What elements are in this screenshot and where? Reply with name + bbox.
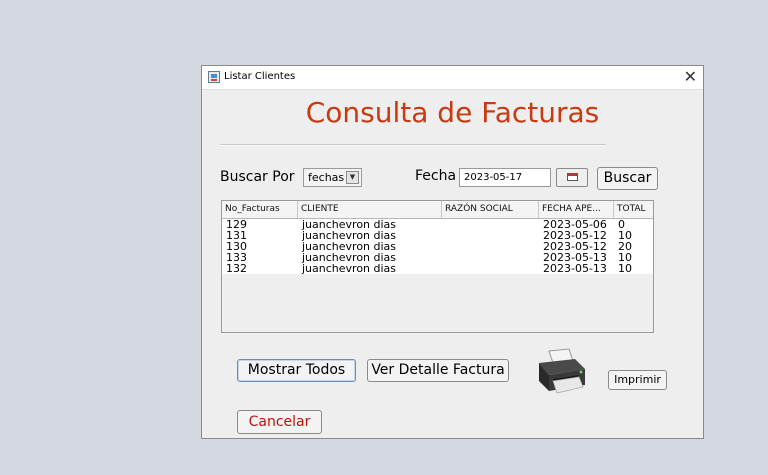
print-button[interactable]: Imprimir bbox=[608, 370, 667, 390]
cell-total: 20 bbox=[618, 241, 632, 252]
cell-no-factura: 132 bbox=[226, 263, 247, 274]
cell-total: 10 bbox=[618, 252, 632, 263]
java-app-icon bbox=[208, 71, 220, 83]
title-separator bbox=[220, 144, 606, 146]
table-header: No_Facturas CLIENTE RAZÓN SOCIAL FECHA A… bbox=[222, 201, 653, 219]
cell-no-factura: 133 bbox=[226, 252, 247, 263]
cell-total: 0 bbox=[618, 219, 625, 230]
search-by-label: Buscar Por bbox=[220, 169, 295, 185]
column-header-fecha[interactable]: FECHA APE... bbox=[539, 201, 614, 218]
cancel-button[interactable]: Cancelar bbox=[237, 410, 322, 434]
column-header-total[interactable]: TOTAL bbox=[614, 201, 653, 218]
column-header-razon-social[interactable]: RAZÓN SOCIAL bbox=[442, 201, 539, 218]
cell-razon-social bbox=[442, 241, 539, 252]
printer-icon bbox=[539, 348, 585, 394]
table-row[interactable]: 130 juanchevron dias 2023-05-12 20 bbox=[222, 241, 653, 252]
cell-razon-social bbox=[442, 230, 539, 241]
cell-razon-social bbox=[442, 219, 539, 230]
cell-razon-social bbox=[442, 263, 539, 274]
cell-total: 10 bbox=[618, 230, 632, 241]
cell-fecha: 2023-05-12 bbox=[543, 241, 607, 252]
cell-cliente: juanchevron dias bbox=[302, 219, 397, 230]
table-row[interactable]: 133 juanchevron dias 2023-05-13 10 bbox=[222, 252, 653, 263]
cell-fecha: 2023-05-06 bbox=[543, 219, 607, 230]
cell-cliente: juanchevron dias bbox=[302, 252, 397, 263]
app-window: Listar Clientes ✕ Consulta de Facturas B… bbox=[201, 65, 704, 439]
cell-cliente: juanchevron dias bbox=[302, 263, 397, 274]
date-field[interactable]: 2023-05-17 bbox=[459, 168, 551, 187]
column-header-no-facturas[interactable]: No_Facturas bbox=[222, 201, 298, 218]
page-title: Consulta de Facturas bbox=[305, 96, 600, 129]
date-picker-button[interactable] bbox=[556, 168, 588, 187]
cell-no-factura: 130 bbox=[226, 241, 247, 252]
search-button[interactable]: Buscar bbox=[597, 167, 658, 190]
invoices-table: No_Facturas CLIENTE RAZÓN SOCIAL FECHA A… bbox=[221, 200, 654, 333]
cell-razon-social bbox=[442, 252, 539, 263]
calendar-icon bbox=[567, 173, 578, 181]
search-by-combo[interactable]: fechas ▼ bbox=[303, 168, 362, 187]
cell-cliente: juanchevron dias bbox=[302, 241, 397, 252]
title-bar: Listar Clientes ✕ bbox=[202, 66, 703, 90]
combo-selected-value: fechas bbox=[308, 171, 345, 184]
column-header-cliente[interactable]: CLIENTE bbox=[298, 201, 442, 218]
show-all-button[interactable]: Mostrar Todos bbox=[237, 359, 356, 382]
cell-fecha: 2023-05-13 bbox=[543, 252, 607, 263]
date-label: Fecha bbox=[415, 168, 457, 184]
table-body: 129 juanchevron dias 2023-05-06 0 131 ju… bbox=[222, 219, 653, 274]
cell-fecha: 2023-05-13 bbox=[543, 263, 607, 274]
cell-no-factura: 131 bbox=[226, 230, 247, 241]
cell-total: 10 bbox=[618, 263, 632, 274]
table-row[interactable]: 131 juanchevron dias 2023-05-12 10 bbox=[222, 230, 653, 241]
window-title: Listar Clientes bbox=[224, 71, 296, 82]
table-row[interactable]: 129 juanchevron dias 2023-05-06 0 bbox=[222, 219, 653, 230]
chevron-down-icon[interactable]: ▼ bbox=[346, 171, 359, 184]
view-invoice-detail-button[interactable]: Ver Detalle Factura bbox=[367, 359, 509, 382]
cell-no-factura: 129 bbox=[226, 219, 247, 230]
cell-cliente: juanchevron dias bbox=[302, 230, 397, 241]
table-row[interactable]: 132 juanchevron dias 2023-05-13 10 bbox=[222, 263, 653, 274]
close-icon[interactable]: ✕ bbox=[684, 68, 697, 86]
cell-fecha: 2023-05-12 bbox=[543, 230, 607, 241]
